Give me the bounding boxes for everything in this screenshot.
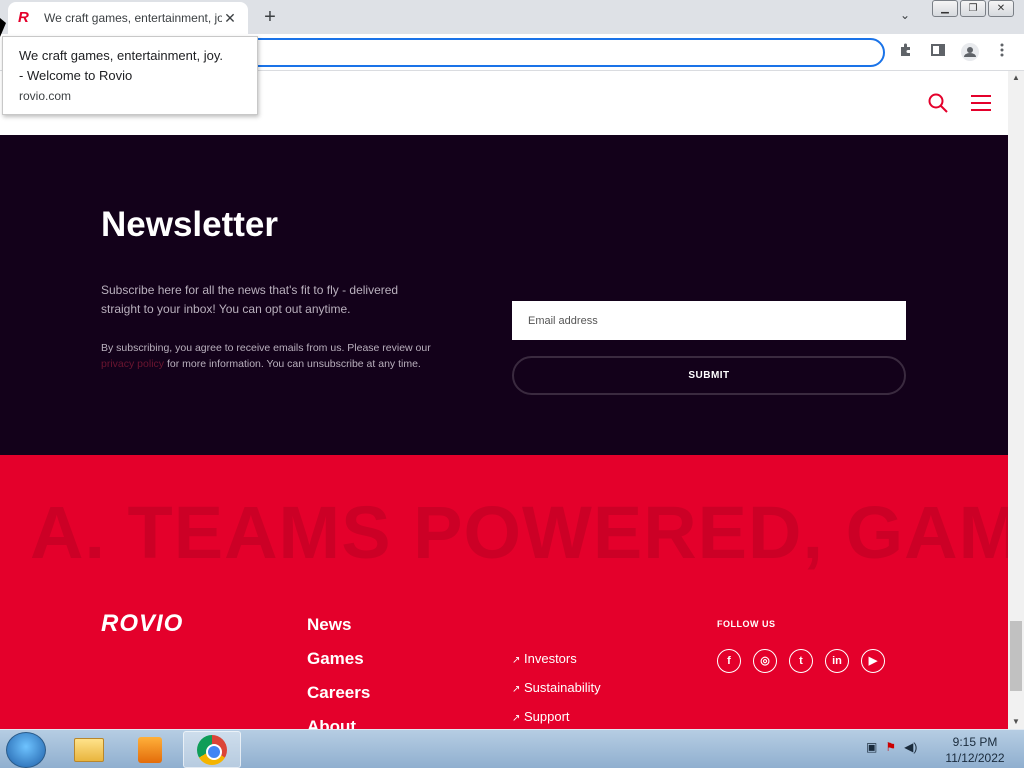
footer: A. TEAMS POWERED, GAMES ROVIO News Games… <box>0 455 1008 729</box>
browser-tabstrip: R We craft games, entertainment, joy. - … <box>0 0 1024 34</box>
clock-date: 11/12/2022 <box>945 751 1005 765</box>
newsletter-section: Newsletter Subscribe here for all the ne… <box>0 135 1008 455</box>
linkedin-icon[interactable]: in <box>825 649 849 673</box>
windows-taskbar: ▣ ⚑ ◀) 9:15 PM 11/12/2022 <box>0 729 1024 768</box>
mouse-cursor-icon <box>0 18 6 37</box>
footer-secondary-nav: ↗ Investors ↗ Sustainability ↗ Support <box>512 651 601 729</box>
footer-link-about[interactable]: About <box>307 717 370 729</box>
social-links: f ◎ t in ▶ <box>717 649 885 673</box>
footer-link-games[interactable]: Games <box>307 649 370 683</box>
tooltip-url: rovio.com <box>19 89 72 103</box>
newsletter-legal: By subscribing, you agree to receive ema… <box>101 340 436 372</box>
screen: R We craft games, entertainment, joy. - … <box>0 0 1024 768</box>
profile-icon[interactable] <box>960 42 980 62</box>
submit-button[interactable]: SUBMIT <box>512 356 906 395</box>
email-placeholder: Email address <box>528 314 598 327</box>
legal-prefix: By subscribing, you agree to receive ema… <box>101 342 431 354</box>
scroll-up-icon[interactable]: ▲ <box>1008 71 1024 85</box>
page-scrollbar[interactable]: ▲ ▼ <box>1008 71 1024 729</box>
web-page: Newsletter Subscribe here for all the ne… <box>0 71 1008 729</box>
hamburger-menu-icon[interactable] <box>971 95 991 111</box>
tooltip-title-line2: - Welcome to Rovio <box>19 68 133 83</box>
restore-button[interactable]: ❐ <box>960 0 986 17</box>
link-label: Sustainability <box>524 680 601 695</box>
arrow-icon: ↗ <box>512 713 521 724</box>
email-input[interactable]: Email address <box>512 301 906 340</box>
clock-time: 9:15 PM <box>952 735 998 749</box>
chrome-taskbar-button[interactable] <box>183 731 241 768</box>
system-tray: ▣ ⚑ ◀) <box>866 740 917 754</box>
media-player-icon <box>138 736 162 763</box>
new-tab-button[interactable]: + <box>258 6 282 28</box>
minimize-button[interactable]: ▁ <box>932 0 958 17</box>
footer-link-investors[interactable]: ↗ Investors <box>512 651 601 680</box>
link-label: Investors <box>524 651 577 666</box>
footer-marquee-text: A. TEAMS POWERED, GAMES <box>30 491 1008 574</box>
facebook-icon[interactable]: f <box>717 649 741 673</box>
tooltip-title-line1: We craft games, entertainment, joy. <box>19 48 223 63</box>
twitter-icon[interactable]: t <box>789 649 813 673</box>
arrow-icon: ↗ <box>512 684 521 695</box>
rovio-favicon-icon: R <box>18 9 29 26</box>
folder-icon <box>74 737 104 762</box>
window-controls: ▁ ❐ ✕ <box>932 0 1014 17</box>
sidepanel-icon[interactable] <box>928 42 948 62</box>
footer-link-support[interactable]: ↗ Support <box>512 709 601 729</box>
footer-link-news[interactable]: News <box>307 615 370 649</box>
clock[interactable]: 9:15 PM 11/12/2022 <box>940 734 1010 766</box>
action-center-flag-icon[interactable]: ⚑ <box>885 740 896 754</box>
media-player-taskbar-button[interactable] <box>121 731 179 768</box>
tab-title: We craft games, entertainment, joy. - We… <box>44 11 222 25</box>
privacy-policy-link[interactable]: privacy policy <box>101 358 164 370</box>
start-button[interactable] <box>6 732 46 768</box>
newsletter-title: Newsletter <box>101 205 279 244</box>
follow-us-label: FOLLOW US <box>717 619 776 629</box>
close-window-button[interactable]: ✕ <box>988 0 1014 17</box>
volume-icon[interactable]: ◀) <box>904 740 917 754</box>
explorer-taskbar-button[interactable] <box>60 731 118 768</box>
link-label: Support <box>524 709 570 724</box>
browser-tab[interactable]: R We craft games, entertainment, joy. - … <box>8 2 248 34</box>
rovio-logo[interactable]: ROVIO <box>101 610 183 638</box>
legal-suffix: for more information. You can unsubscrib… <box>164 358 421 370</box>
scroll-down-icon[interactable]: ▼ <box>1008 715 1024 729</box>
puzzle-icon[interactable] <box>896 42 916 62</box>
tab-search-chevron-icon[interactable]: ⌄ <box>896 8 914 26</box>
youtube-icon[interactable]: ▶ <box>861 649 885 673</box>
tab-hover-tooltip: We craft games, entertainment, joy. - We… <box>2 36 258 115</box>
arrow-icon: ↗ <box>512 655 521 666</box>
chrome-icon <box>197 734 227 765</box>
close-tab-icon[interactable]: ✕ <box>222 10 238 26</box>
network-icon[interactable]: ▣ <box>866 740 877 754</box>
kebab-menu-icon[interactable] <box>992 42 1012 62</box>
footer-link-careers[interactable]: Careers <box>307 683 370 717</box>
instagram-icon[interactable]: ◎ <box>753 649 777 673</box>
footer-main-nav: News Games Careers About <box>307 615 370 729</box>
footer-link-sustainability[interactable]: ↗ Sustainability <box>512 680 601 709</box>
scrollbar-thumb[interactable] <box>1010 621 1022 691</box>
newsletter-description: Subscribe here for all the news that's f… <box>101 283 399 316</box>
search-icon[interactable] <box>928 93 948 113</box>
